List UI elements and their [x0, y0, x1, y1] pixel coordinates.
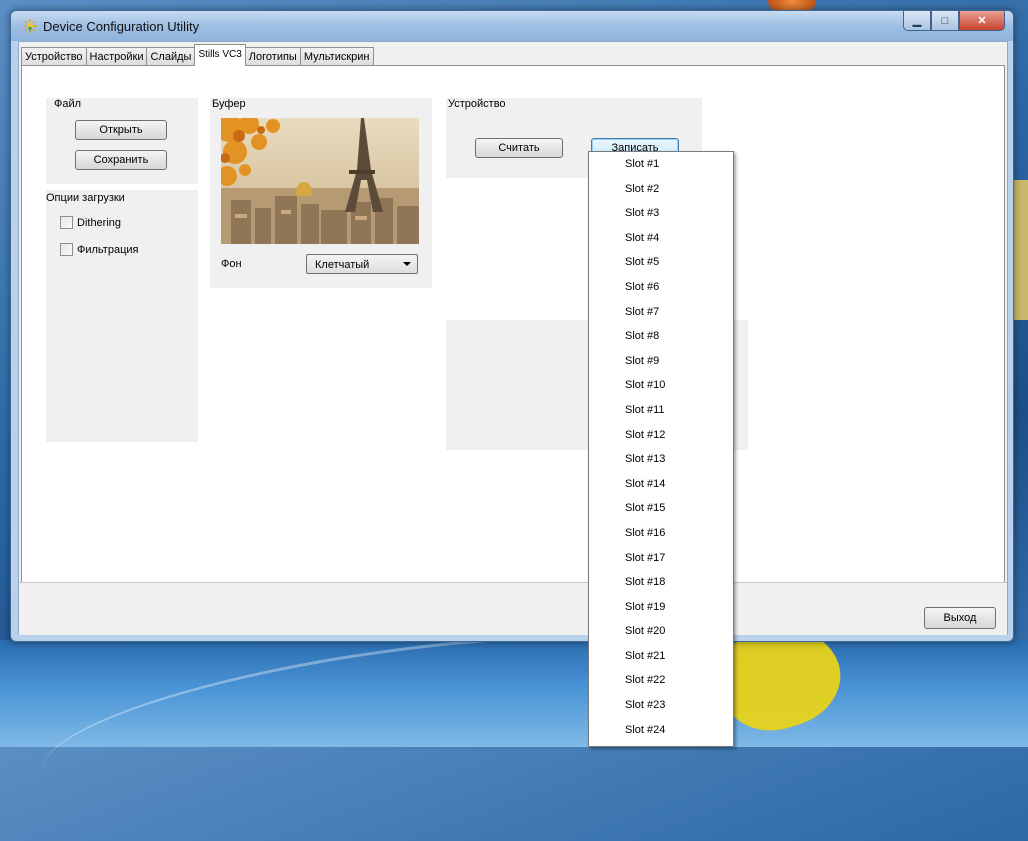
read-button[interactable]: Считать	[475, 138, 563, 158]
slot-menu-item[interactable]: Slot #11	[589, 398, 733, 423]
slot-menu-item[interactable]: Slot #23	[589, 693, 733, 718]
filter-checkbox-box[interactable]	[60, 243, 73, 256]
tab-page-stills-vc3: Файл Открыть Сохранить Опции загрузки Di…	[21, 65, 1005, 583]
background-select-value: Клетчатый	[315, 259, 370, 271]
maximize-button[interactable]: □	[931, 11, 959, 31]
close-icon: ✕	[977, 15, 987, 27]
device-group-title: Устройство	[448, 98, 506, 110]
slot-menu-item[interactable]: Slot #24	[589, 718, 733, 743]
app-window: Device Configuration Utility ▁ □ ✕ Устро…	[10, 10, 1014, 642]
load-options-group: Опции загрузки Dithering Фильтрация	[46, 190, 198, 442]
maximize-icon: □	[941, 14, 949, 27]
slot-menu-item[interactable]: Slot #6	[589, 275, 733, 300]
slot-menu-item[interactable]: Slot #9	[589, 349, 733, 374]
file-group: Файл Открыть Сохранить	[46, 98, 198, 184]
slot-menu-item[interactable]: Slot #10	[589, 373, 733, 398]
slot-menu-item[interactable]: Slot #16	[589, 521, 733, 546]
slot-menu-item[interactable]: Slot #3	[589, 201, 733, 226]
exit-button[interactable]: Выход	[924, 607, 996, 629]
open-button[interactable]: Открыть	[75, 120, 167, 140]
slot-menu-item[interactable]: Slot #8	[589, 324, 733, 349]
bottom-panel	[19, 582, 1007, 635]
tab-stills-vc3[interactable]: Stills VC3	[194, 44, 246, 66]
slot-menu-item[interactable]: Slot #19	[589, 595, 733, 620]
filter-label: Фильтрация	[77, 243, 139, 256]
tab-strip: Устройство Настройки Слайды Stills VC3 Л…	[21, 44, 374, 66]
tab-slides[interactable]: Слайды	[146, 47, 196, 66]
tab-logos[interactable]: Логотипы	[244, 47, 301, 66]
slot-menu-item[interactable]: Slot #7	[589, 300, 733, 325]
background-select[interactable]: Клетчатый	[306, 254, 418, 274]
paris-photo	[221, 118, 419, 244]
slot-menu-item[interactable]: Slot #15	[589, 496, 733, 521]
slot-menu-item[interactable]: Slot #2	[589, 177, 733, 202]
slot-menu-item[interactable]: Slot #22	[589, 668, 733, 693]
buffer-group: Буфер Фон Клетчатый	[210, 98, 432, 288]
load-options-title: Опции загрузки	[46, 192, 125, 204]
slot-menu-item[interactable]: Slot #13	[589, 447, 733, 472]
minimize-icon: ▁	[912, 15, 922, 27]
caption-buttons: ▁ □ ✕	[903, 11, 1005, 31]
title-bar: Device Configuration Utility ▁ □ ✕	[11, 11, 1013, 41]
app-icon	[23, 19, 37, 33]
slot-menu-item[interactable]: Slot #17	[589, 546, 733, 571]
background-label: Фон	[221, 258, 242, 270]
slot-menu-item[interactable]: Slot #14	[589, 472, 733, 497]
slot-menu-item[interactable]: Slot #20	[589, 619, 733, 644]
dithering-checkbox-box[interactable]	[60, 216, 73, 229]
window-title: Device Configuration Utility	[43, 19, 200, 34]
tab-settings[interactable]: Настройки	[85, 47, 148, 66]
dithering-label: Dithering	[77, 216, 122, 229]
tab-device[interactable]: Устройство	[21, 47, 87, 66]
filter-checkbox[interactable]: Фильтрация	[60, 243, 138, 256]
slot-menu-item[interactable]: Slot #4	[589, 226, 733, 251]
slot-menu-item[interactable]: Slot #12	[589, 423, 733, 448]
dithering-checkbox[interactable]: Dithering	[60, 216, 121, 229]
client-area: Устройство Настройки Слайды Stills VC3 Л…	[18, 41, 1008, 635]
minimize-button[interactable]: ▁	[903, 11, 931, 31]
slot-menu-item[interactable]: Slot #18	[589, 570, 733, 595]
file-group-title: Файл	[54, 98, 82, 110]
slot-menu-item[interactable]: Slot #5	[589, 250, 733, 275]
tab-multiscreen[interactable]: Мультискрин	[299, 47, 374, 66]
buffer-group-title: Буфер	[212, 98, 246, 110]
slot-menu-item[interactable]: Slot #1	[589, 152, 733, 177]
close-button[interactable]: ✕	[959, 11, 1005, 31]
buffer-preview-image	[221, 118, 419, 244]
save-button[interactable]: Сохранить	[75, 150, 167, 170]
desktop-window-edge	[1012, 180, 1028, 320]
slot-menu-item[interactable]: Slot #21	[589, 644, 733, 669]
slot-dropdown-menu: Slot #1 Slot #2 Slot #3 Slot #4 Slot #5 …	[588, 151, 734, 747]
chevron-down-icon	[403, 262, 411, 266]
